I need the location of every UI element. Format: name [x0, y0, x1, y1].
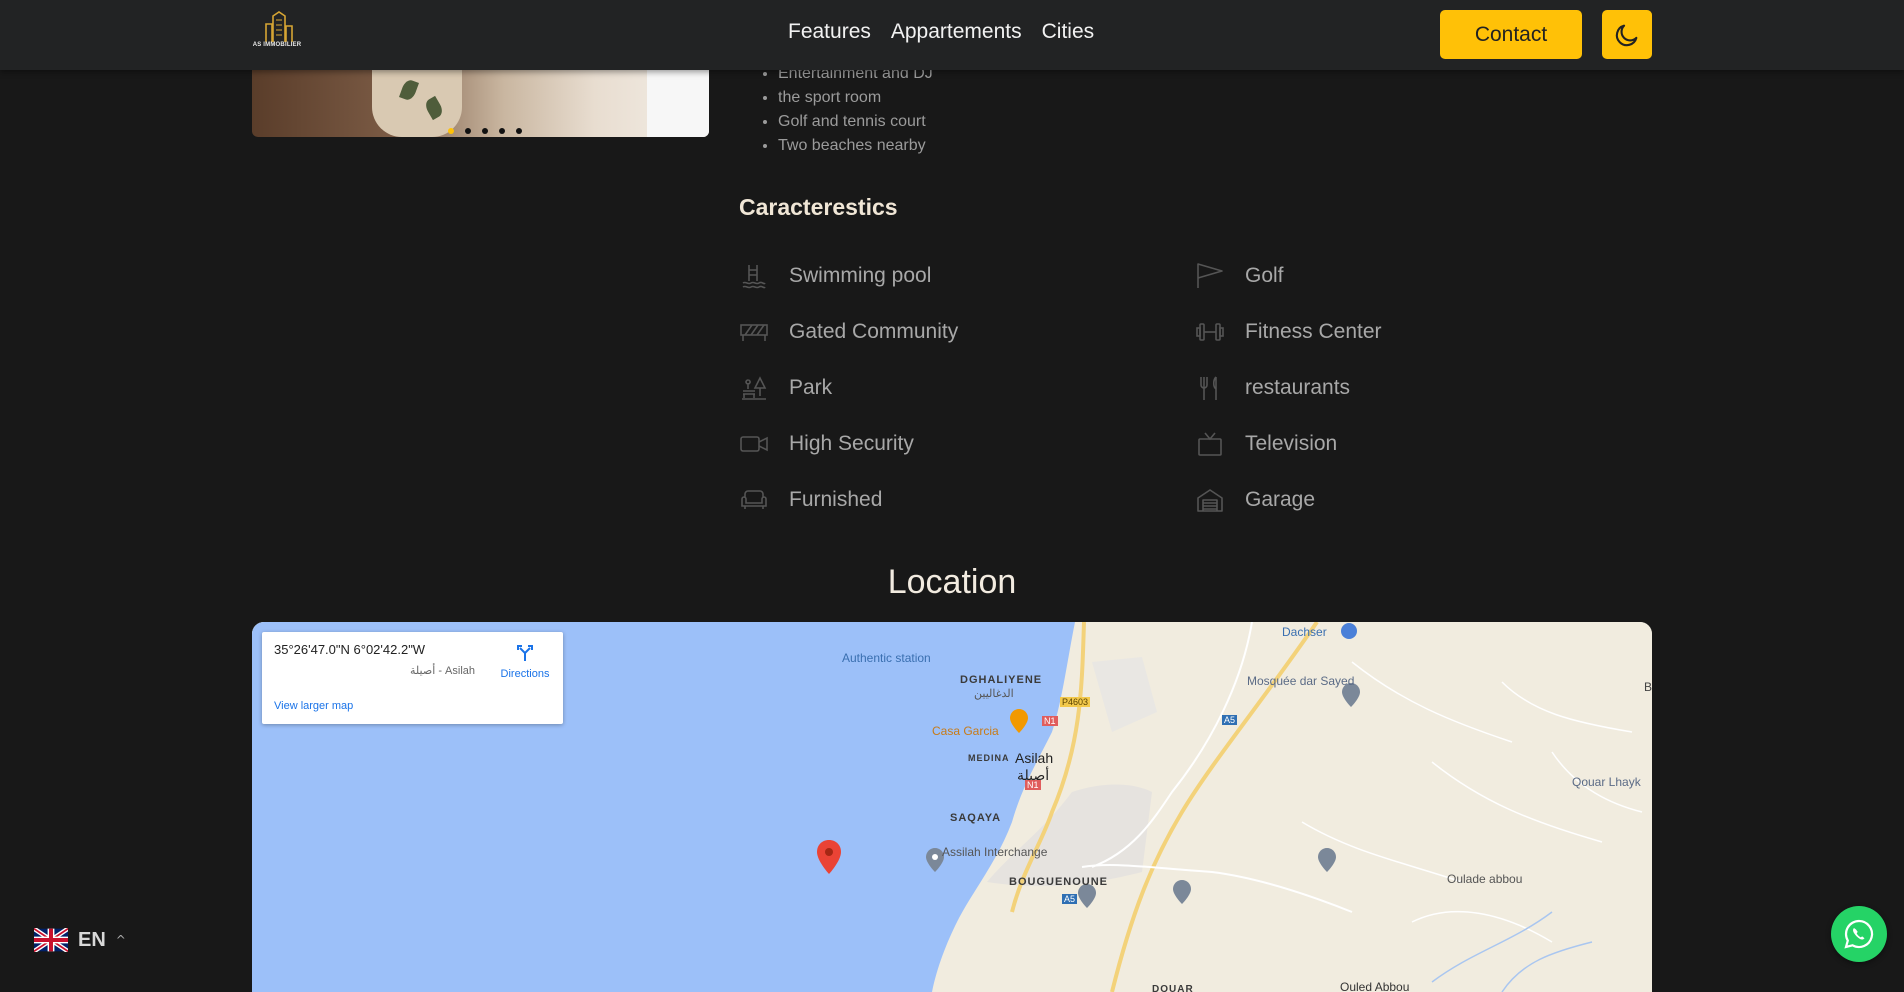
feature-swimming-pool: Swimming pool — [739, 261, 931, 291]
nav-appartements[interactable]: Appartements — [891, 20, 1022, 44]
road-shield: A5 — [1222, 715, 1238, 725]
feature-park: Park — [739, 373, 832, 403]
contact-button[interactable]: Contact — [1440, 10, 1582, 59]
nav-cities[interactable]: Cities — [1042, 20, 1095, 44]
map-label: MEDINA — [968, 753, 1010, 763]
directions-button[interactable]: Directions — [490, 644, 560, 680]
chevron-up-icon: ^ — [115, 933, 126, 947]
map-label: Assilah Interchange — [942, 845, 1048, 859]
carousel-image-detail — [372, 70, 462, 137]
television-icon — [1195, 429, 1225, 459]
carousel-dot[interactable] — [482, 128, 488, 134]
main-nav: Features Appartements Cities — [788, 20, 1094, 44]
feature-golf: Golf — [1195, 261, 1284, 291]
map-label: Casa Garcia — [932, 724, 999, 738]
map-label: SAQAYA — [950, 812, 1002, 824]
carousel-image-detail — [647, 70, 709, 137]
swimming-pool-icon — [739, 261, 769, 291]
map-address: أصيلة - Asilah — [410, 665, 476, 677]
carousel-dot[interactable] — [448, 128, 454, 134]
garage-icon — [1195, 485, 1225, 515]
map-label: BOUGUENOUNE — [1009, 876, 1109, 888]
feature-label: Swimming pool — [789, 264, 932, 287]
map-label: DGHALIYENE — [960, 674, 1043, 686]
theme-toggle-button[interactable] — [1602, 10, 1652, 59]
language-selector[interactable]: EN ^ — [34, 928, 126, 952]
sofa-icon — [739, 485, 769, 515]
property-image-carousel[interactable] — [252, 70, 709, 137]
location-map[interactable]: Authentic station Dachser DGHALIYENE الد… — [252, 622, 1652, 992]
dumbbell-icon — [1195, 317, 1225, 347]
view-larger-map-link[interactable]: View larger map — [274, 700, 353, 712]
uk-flag-icon — [34, 928, 68, 952]
road-shield: N1 — [1025, 780, 1041, 790]
fork-knife-icon — [1195, 373, 1225, 403]
feature-garage: Garage — [1195, 485, 1315, 515]
shop-marker-icon[interactable] — [1340, 622, 1358, 640]
golf-flag-icon — [1195, 261, 1225, 291]
feature-label: Golf — [1245, 264, 1284, 287]
nav-features[interactable]: Features — [788, 20, 871, 44]
whatsapp-button[interactable] — [1831, 906, 1887, 962]
gate-icon — [739, 317, 769, 347]
logo-text: AS IMMOBILIER — [252, 42, 302, 48]
moon-icon — [1615, 24, 1638, 46]
whatsapp-icon — [1844, 919, 1874, 949]
feature-high-security: High Security — [739, 429, 914, 459]
map-label: الدغاليين — [974, 688, 1014, 700]
map-label: Asilah — [1015, 750, 1054, 766]
feature-label: Garage — [1245, 488, 1316, 511]
feature-restaurants: restaurants — [1195, 373, 1350, 403]
feature-television: Television — [1195, 429, 1337, 459]
map-label: Dachser — [1282, 625, 1327, 639]
feature-label: High Security — [789, 432, 914, 455]
directions-label: Directions — [500, 668, 550, 680]
road-shield: P4603 — [1060, 697, 1091, 707]
road-shield: N1 — [1042, 716, 1058, 726]
mosque-marker-icon[interactable] — [1318, 848, 1336, 872]
map-info-card: 35°26'47.0"N 6°02'42.2"W أصيلة - Asilah … — [262, 632, 563, 724]
carousel-dot[interactable] — [516, 128, 522, 134]
park-icon — [739, 373, 769, 403]
feature-label: Television — [1245, 432, 1338, 455]
language-code: EN — [78, 928, 106, 951]
feature-label: restaurants — [1245, 376, 1351, 399]
amenity-item: Golf and tennis court — [778, 110, 933, 134]
map-coordinates: 35°26'47.0"N 6°02'42.2"W — [274, 642, 426, 657]
location-pin-icon[interactable] — [817, 840, 841, 874]
site-header: AS IMMOBILIER Features Appartements Citi… — [0, 0, 1904, 70]
directions-icon — [517, 645, 533, 661]
feature-label: Fitness Center — [1245, 320, 1382, 343]
carousel-dots — [448, 128, 522, 134]
security-camera-icon — [739, 429, 769, 459]
map-label: Mosquée dar Sayed — [1247, 674, 1355, 688]
mosque-marker-icon[interactable] — [1173, 880, 1191, 904]
characteristics-title: Caracterestics — [739, 194, 898, 220]
road-shield: A5 — [1062, 894, 1078, 904]
feature-label: Gated Community — [789, 320, 959, 343]
map-label: Oulade abbou — [1447, 872, 1523, 886]
building-logo-icon — [265, 11, 293, 42]
amenity-item: the sport room — [778, 86, 933, 110]
feature-furnished: Furnished — [739, 485, 882, 515]
carousel-dot[interactable] — [465, 128, 471, 134]
feature-fitness-center: Fitness Center — [1195, 317, 1382, 347]
logo[interactable]: AS IMMOBILIER — [252, 10, 302, 54]
feature-label: Furnished — [789, 488, 883, 511]
restaurant-marker-icon[interactable] — [1010, 709, 1028, 733]
map-label: Qouar Lhayk — [1572, 775, 1641, 789]
map-label: DOUAR — [1152, 984, 1194, 992]
map-label: Authentic station — [842, 651, 931, 665]
feature-label: Park — [789, 376, 833, 399]
map-label: B — [1644, 680, 1652, 694]
map-label: Ouled Abbou — [1340, 980, 1410, 992]
carousel-dot[interactable] — [499, 128, 505, 134]
location-title: Location — [887, 563, 1017, 601]
amenity-item: Two beaches nearby — [778, 134, 933, 158]
feature-gated-community: Gated Community — [739, 317, 958, 347]
amenities-list: Entertainment and DJ the sport room Golf… — [760, 62, 933, 158]
